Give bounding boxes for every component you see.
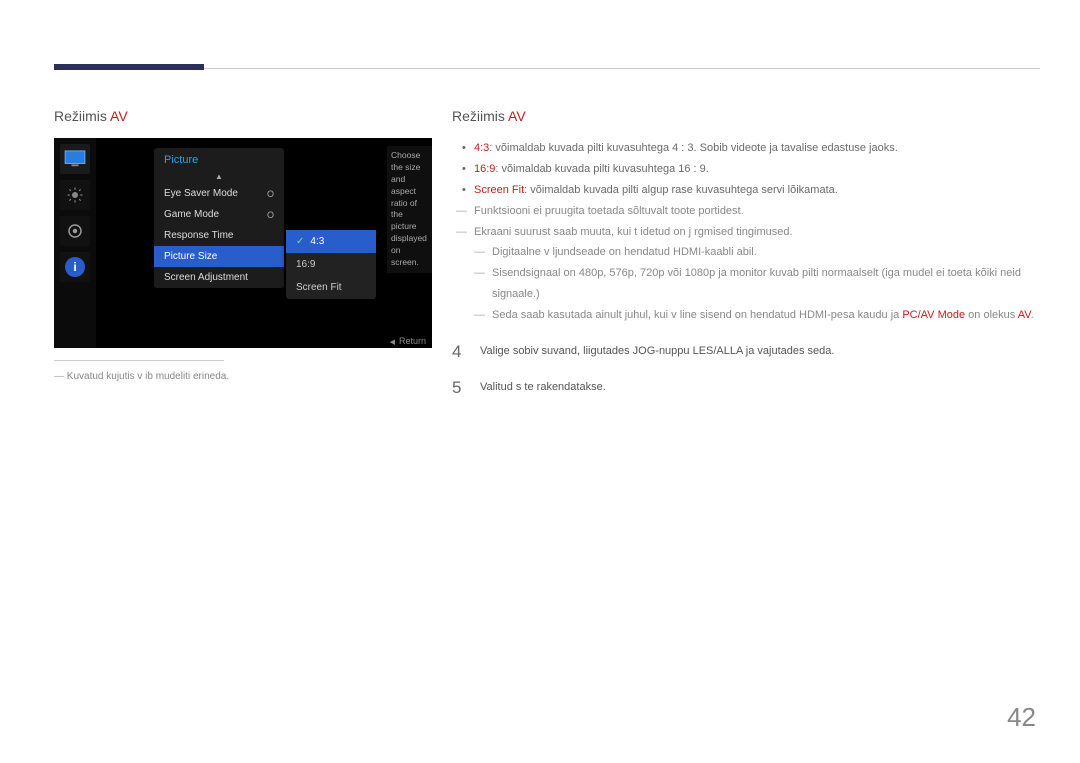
header-accent [54, 64, 204, 70]
note-ports: Funktsiooni ei pruugita toetada sõltuval… [452, 201, 1042, 222]
info-icon: i [65, 257, 85, 277]
page-number: 42 [1007, 702, 1036, 733]
step-4-number: 4 [452, 342, 466, 362]
note-signal: Sisendsignaal on 480p, 576p, 720p või 10… [452, 263, 1042, 305]
note-hdmi-cable: Digitaalne v ljundseade on hendatud HDMI… [452, 242, 1042, 263]
left-heading-text: Režiimis [54, 108, 110, 124]
left-column: Režiimis AV i Picture ▲ Eye Saver ModeO … [54, 108, 439, 382]
submenu-screen-fit: Screen Fit [286, 276, 376, 299]
options-list: 4:3: võimaldab kuvada pilti kuvasuhtega … [462, 138, 1042, 201]
osd-screenshot: i Picture ▲ Eye Saver ModeO Game ModeO R… [54, 138, 432, 348]
step-4-text: Valige sobiv suvand, liigutades JOG-nupp… [480, 342, 834, 362]
osd-submenu: ✓4:3 16:9 Screen Fit [286, 230, 376, 299]
gear-icon [60, 216, 90, 246]
step-5: 5 Valitud s te rakendatakse. [452, 378, 1042, 398]
menu-screen-adjustment: Screen Adjustment [154, 267, 284, 288]
step-5-text: Valitud s te rakendatakse. [480, 378, 606, 398]
option-16-9: 16:9: võimaldab kuvada pilti kuvasuhtega… [462, 159, 1042, 180]
right-heading: Režiimis AV [452, 108, 1042, 124]
note-pcav: Seda saab kasutada ainult juhul, kui v l… [452, 305, 1042, 326]
right-heading-text: Režiimis [452, 108, 508, 124]
image-caption: Kuvatud kujutis v ib mudeliti erineda. [54, 371, 439, 382]
brightness-icon [60, 180, 90, 210]
caption-divider [54, 360, 224, 361]
right-heading-av: AV [508, 108, 526, 124]
osd-sidebar: i [54, 138, 96, 348]
right-column: Režiimis AV 4:3: võimaldab kuvada pilti … [452, 108, 1042, 398]
osd-menu-title: Picture [154, 148, 284, 170]
monitor-icon [60, 144, 90, 174]
menu-game-mode: Game ModeO [154, 204, 284, 225]
step-4: 4 Valige sobiv suvand, liigutades JOG-nu… [452, 342, 1042, 362]
option-4-3: 4:3: võimaldab kuvada pilti kuvasuhtega … [462, 138, 1042, 159]
option-screen-fit: Screen Fit: võimaldab kuvada pilti algup… [462, 180, 1042, 201]
check-icon: ✓ [296, 236, 304, 247]
left-heading-av: AV [110, 108, 128, 124]
submenu-16-9: 16:9 [286, 253, 376, 276]
menu-picture-size: Picture Size [154, 246, 284, 267]
submenu-4-3: ✓4:3 [286, 230, 376, 253]
osd-description: Choose the size and aspect ratio of the … [387, 146, 432, 273]
menu-response-time: Response Time [154, 225, 284, 246]
left-heading: Režiimis AV [54, 108, 439, 124]
return-label: Return [399, 336, 426, 346]
osd-footer: ◀ Return [390, 336, 426, 346]
note-conditions: Ekraani suurust saab muuta, kui t idetud… [452, 222, 1042, 243]
step-5-number: 5 [452, 378, 466, 398]
scroll-up-icon: ▲ [154, 170, 284, 183]
osd-menu-panel: Picture ▲ Eye Saver ModeO Game ModeO Res… [154, 148, 284, 288]
info-icon-wrap: i [60, 252, 90, 282]
menu-eye-saver: Eye Saver ModeO [154, 183, 284, 204]
arrow-left-icon: ◀ [390, 339, 395, 346]
